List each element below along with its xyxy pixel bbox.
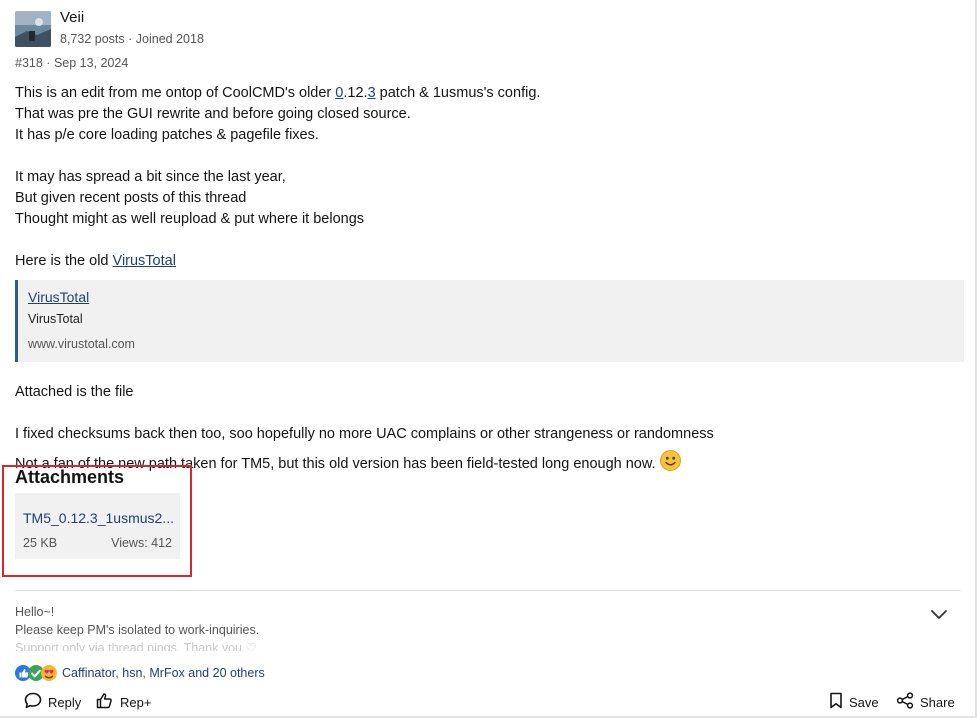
signature: Hello~! Please keep PM's isolated to wor… <box>15 603 615 651</box>
rep-plus-button[interactable]: Rep+ <box>96 692 151 712</box>
post-number[interactable]: #318 <box>15 56 43 70</box>
rep-plus-label: Rep+ <box>120 694 152 710</box>
reactor-conjunction: and <box>188 666 210 680</box>
body-line: Attached is the file <box>15 384 134 400</box>
body-line: It may has spread a bit since the last y… <box>15 169 286 185</box>
share-button[interactable]: Share <box>896 692 955 712</box>
body-text: .12. <box>343 85 368 101</box>
virustotal-link[interactable]: VirusTotal <box>113 253 176 269</box>
reactor-link[interactable]: MrFox <box>149 666 184 680</box>
author-meta: 8,732 posts · Joined 2018 <box>60 32 204 46</box>
reply-label: Reply <box>48 694 82 710</box>
body-line: It has p/e core loading patches & pagefi… <box>15 127 319 143</box>
link-preview-title[interactable]: VirusTotal <box>28 289 89 305</box>
link-preview-url: www.virustotal.com <box>28 337 135 351</box>
reactor-link[interactable]: hsn <box>122 666 142 680</box>
reply-button[interactable]: Reply <box>24 692 81 712</box>
version-link[interactable]: 3 <box>368 85 376 101</box>
link-preview[interactable]: VirusTotal VirusTotal www.virustotal.com <box>15 280 964 362</box>
body-line: That was pre the GUI rewrite and before … <box>15 106 411 122</box>
reaction-icons[interactable] <box>15 664 59 682</box>
signature-line: Support only via thread pings. Thank you… <box>15 641 257 651</box>
reactor-separator: , <box>142 666 146 680</box>
share-icon <box>896 692 914 712</box>
body-text: This is an edit from me ontop of CoolCMD… <box>15 85 336 101</box>
reaction-users[interactable]: Caffinator, hsn, MrFox and 20 others <box>62 666 265 680</box>
body-line: I fixed checksums back then too, soo hop… <box>15 426 714 442</box>
body-line: But given recent posts of this thread <box>15 190 247 206</box>
post-count: 8,732 posts <box>60 32 125 46</box>
love-icon <box>41 665 57 681</box>
attachments-highlight-box <box>2 465 192 577</box>
body-line: This is an edit from me ontop of CoolCMD… <box>15 85 540 101</box>
joined-date: Joined 2018 <box>135 32 204 46</box>
meta-separator: · <box>46 56 51 70</box>
reactor-link[interactable]: Caffinator <box>62 666 115 680</box>
chevron-down-icon <box>930 608 948 625</box>
signature-line: Please keep PM's isolated to work-inquir… <box>15 623 260 637</box>
save-button[interactable]: Save <box>829 692 879 712</box>
reactor-others-link[interactable]: 20 others <box>213 666 265 680</box>
speech-bubble-icon <box>24 692 42 712</box>
reactor-separator: , <box>115 666 119 680</box>
expand-signature-button[interactable] <box>930 607 948 626</box>
body-text: patch & 1usmus's config. <box>375 85 541 101</box>
body-text: Here is the old <box>15 253 113 269</box>
save-label: Save <box>849 694 879 710</box>
share-label: Share <box>920 694 955 710</box>
body-line: Here is the old VirusTotal <box>15 253 176 269</box>
meta-separator: · <box>128 32 133 46</box>
link-preview-site: VirusTotal <box>28 312 83 326</box>
author-name[interactable]: Veii <box>60 9 84 26</box>
bookmark-icon <box>829 692 843 712</box>
signature-line: Hello~! <box>15 605 55 619</box>
smile-icon <box>659 450 681 475</box>
thumbs-up-icon <box>96 692 114 712</box>
post-date[interactable]: Sep 13, 2024 <box>54 56 128 70</box>
post-meta: #318 · Sep 13, 2024 <box>15 56 128 70</box>
body-line: Thought might as well reupload & put whe… <box>15 211 365 227</box>
divider <box>15 590 961 591</box>
avatar[interactable] <box>15 11 51 47</box>
